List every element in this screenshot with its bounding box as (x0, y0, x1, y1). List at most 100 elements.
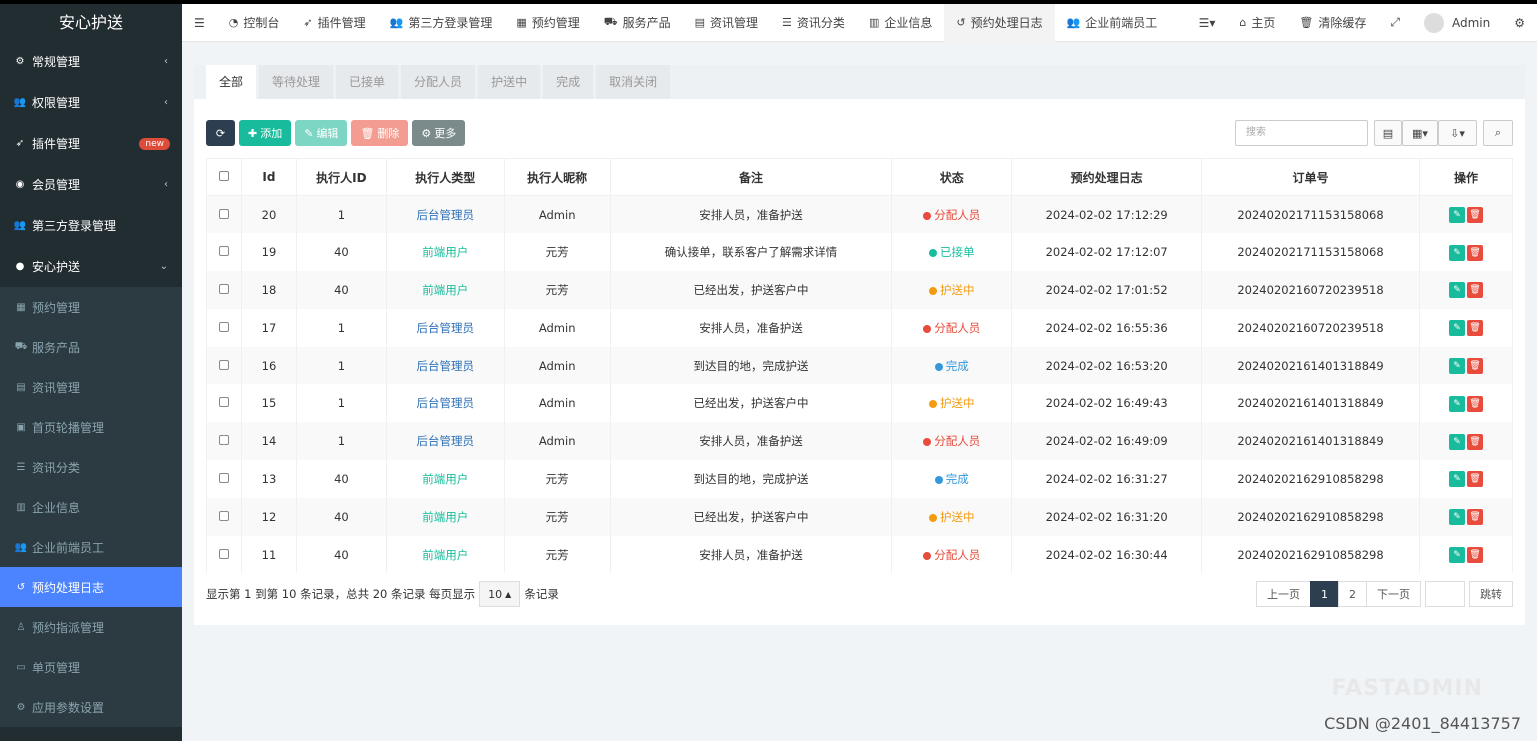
sidebar-subitem-5[interactable]: ▥ 企业信息 (0, 487, 182, 527)
col-note[interactable]: 备注 (609, 158, 893, 196)
top-tab-3[interactable]: ▦ 预约管理 (504, 4, 591, 42)
filter-tab-0[interactable]: 全部 (206, 65, 257, 99)
table-row[interactable]: 13 40 前端用户 元芳 到达目的地，完成护送 完成 2024-02-02 16:31:2… (206, 460, 1513, 498)
row-checkbox[interactable] (218, 510, 229, 521)
settings-button[interactable]: ⚙ (1502, 4, 1537, 42)
row-edit-button[interactable]: ✎ (1449, 282, 1465, 299)
edit-button[interactable]: ✎ 编辑 (295, 120, 348, 146)
col-exec-id[interactable]: 执行人ID (295, 158, 387, 196)
row-checkbox[interactable] (218, 208, 229, 219)
row-edit-button[interactable]: ✎ (1449, 471, 1465, 488)
table-row[interactable]: 14 1 后台管理员 Admin 安排人员，准备护送 分配人员 2024-02-02 16:… (206, 422, 1513, 461)
refresh-button[interactable]: ⟳ (206, 120, 235, 146)
filter-tab-5[interactable]: 完成 (543, 65, 594, 99)
row-delete-button[interactable]: 🗑 (1467, 320, 1483, 337)
sidebar-item-1[interactable]: 👥 权限管理 ‹ (0, 82, 182, 123)
top-tab-4[interactable]: ⛟ 服务产品 (592, 4, 683, 42)
app-logo[interactable]: 安心护送 (0, 4, 182, 41)
row-edit-button[interactable]: ✎ (1449, 547, 1465, 564)
row-select-cell[interactable] (206, 460, 242, 498)
top-tab-9[interactable]: 👥 企业前端员工 (1055, 4, 1170, 42)
table-row[interactable]: 16 1 后台管理员 Admin 到达目的地，完成护送 完成 2024-02-02 16:5… (206, 346, 1513, 385)
sidebar-subitem-3[interactable]: ▣ 首页轮播管理 (0, 407, 182, 447)
jump-button[interactable]: 跳转 (1469, 581, 1513, 607)
table-row[interactable]: 20 1 后台管理员 Admin 安排人员，准备护送 分配人员 2024-02-02 17:… (206, 195, 1513, 234)
sidebar-item-4[interactable]: 👥 第三方登录管理 (0, 205, 182, 246)
sidebar-subitem-4[interactable]: ☰ 资讯分类 (0, 447, 182, 487)
row-checkbox[interactable] (218, 246, 229, 257)
select-all-checkbox[interactable] (218, 171, 229, 181)
top-tab-7[interactable]: ▥ 企业信息 (857, 4, 944, 42)
table-row[interactable]: 18 40 前端用户 元芳 已经出发，护送客户中 护送中 2024-02-02 17:01:… (206, 271, 1513, 309)
search-button[interactable]: ⌕ (1483, 120, 1513, 146)
col-status[interactable]: 状态 (891, 158, 1013, 196)
row-delete-button[interactable]: 🗑 (1467, 471, 1483, 488)
row-select-cell[interactable] (206, 195, 242, 234)
col-id[interactable]: Id (240, 158, 297, 196)
page-1-button[interactable]: 1 (1310, 581, 1339, 607)
row-delete-button[interactable]: 🗑 (1467, 509, 1483, 526)
top-tab-2[interactable]: 👥 第三方登录管理 (378, 4, 505, 42)
col-time[interactable]: 预约处理日志 (1011, 158, 1203, 196)
filter-tab-6[interactable]: 取消关闭 (596, 65, 671, 99)
row-delete-button[interactable]: 🗑 (1467, 433, 1483, 450)
user-menu[interactable]: Admin (1412, 4, 1502, 42)
sidebar-subitem-8[interactable]: ♙ 预约指派管理 (0, 607, 182, 647)
sidebar-item-0[interactable]: ⚙ 常规管理 ‹ (0, 41, 182, 82)
row-edit-button[interactable]: ✎ (1449, 244, 1465, 261)
col-exec-type[interactable]: 执行人类型 (385, 158, 505, 196)
fullscreen-button[interactable]: ⤢ (1378, 4, 1412, 42)
sidebar-subitem-6[interactable]: 👥 企业前端员工 (0, 527, 182, 567)
top-tab-6[interactable]: ☰ 资讯分类 (770, 4, 857, 42)
top-tab-0[interactable]: ◔ 控制台 (217, 4, 292, 42)
row-delete-button[interactable]: 🗑 (1467, 207, 1483, 224)
home-link[interactable]: ⌂ 主页 (1227, 4, 1287, 42)
table-row[interactable]: 11 40 前端用户 元芳 安排人员，准备护送 分配人员 2024-02-02 16:30:… (206, 535, 1513, 574)
prev-page-button[interactable]: 上一页 (1256, 581, 1311, 607)
row-delete-button[interactable]: 🗑 (1467, 244, 1483, 261)
page-2-button[interactable]: 2 (1338, 581, 1367, 607)
sidebar-item-3[interactable]: ◉ 会员管理 ‹ (0, 164, 182, 205)
toggle-view-button[interactable]: ▤ (1374, 120, 1402, 146)
row-checkbox[interactable] (218, 435, 229, 446)
sidebar-toggle-button[interactable]: ☰ (182, 4, 217, 42)
top-tab-8[interactable]: ↺ 预约处理日志 (944, 3, 1055, 42)
table-row[interactable]: 15 1 后台管理员 Admin 已经出发，护送客户中 护送中 2024-02-02 16:… (206, 384, 1513, 423)
tab-list-dropdown[interactable]: ☰▾ (1187, 4, 1228, 42)
filter-tab-3[interactable]: 分配人员 (401, 65, 476, 99)
col-order[interactable]: 订单号 (1201, 158, 1420, 196)
row-checkbox[interactable] (218, 283, 229, 294)
row-edit-button[interactable]: ✎ (1449, 320, 1465, 337)
top-tab-5[interactable]: ▤ 资讯管理 (683, 4, 770, 42)
row-checkbox[interactable] (218, 321, 229, 332)
row-checkbox[interactable] (218, 548, 229, 559)
row-checkbox[interactable] (218, 472, 229, 483)
row-checkbox[interactable] (218, 359, 229, 370)
filter-tab-1[interactable]: 等待处理 (259, 65, 334, 99)
row-select-cell[interactable] (206, 422, 242, 461)
col-exec-nick[interactable]: 执行人昵称 (503, 158, 611, 196)
columns-button[interactable]: ▦▾ (1402, 120, 1438, 146)
filter-tab-2[interactable]: 已接单 (336, 65, 399, 99)
row-delete-button[interactable]: 🗑 (1467, 547, 1483, 564)
page-size-select[interactable]: 10 ▲ (479, 581, 521, 607)
row-select-cell[interactable] (206, 233, 242, 272)
sidebar-subitem-10[interactable]: ⚙ 应用参数设置 (0, 687, 182, 727)
row-select-cell[interactable] (206, 384, 242, 423)
top-tab-1[interactable]: ➶ 插件管理 (291, 4, 377, 42)
sidebar-subitem-1[interactable]: ⛟ 服务产品 (0, 327, 182, 367)
search-input[interactable]: 搜索 (1235, 120, 1368, 146)
table-row[interactable]: 17 1 后台管理员 Admin 安排人员，准备护送 分配人员 2024-02-02 16:… (206, 308, 1513, 347)
row-delete-button[interactable]: 🗑 (1467, 358, 1483, 375)
table-row[interactable]: 12 40 前端用户 元芳 已经出发，护送客户中 护送中 2024-02-02 16:31:… (206, 497, 1513, 536)
add-button[interactable]: ✚ 添加 (239, 120, 292, 146)
row-select-cell[interactable] (206, 535, 242, 574)
sidebar-item-2[interactable]: ➶ 插件管理 new (0, 123, 182, 164)
sidebar-item-5[interactable]: ● 安心护送 ⌄ (0, 246, 182, 287)
row-edit-button[interactable]: ✎ (1449, 395, 1465, 412)
row-edit-button[interactable]: ✎ (1449, 433, 1465, 450)
export-button[interactable]: ⇩▾ (1438, 120, 1477, 146)
next-page-button[interactable]: 下一页 (1366, 581, 1421, 607)
select-all-cell[interactable] (206, 158, 242, 196)
row-edit-button[interactable]: ✎ (1449, 509, 1465, 526)
